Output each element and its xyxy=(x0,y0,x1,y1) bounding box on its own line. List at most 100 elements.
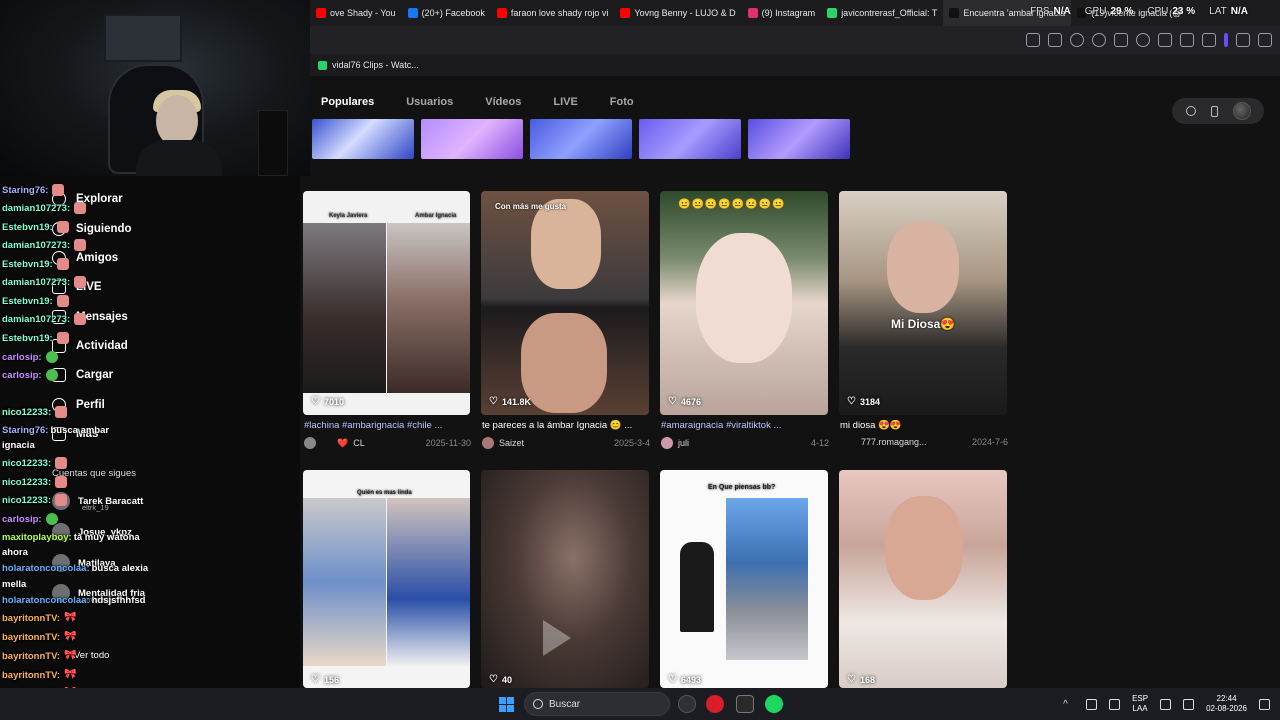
video-thumbnail[interactable]: En Que piensas bb? xyxy=(660,470,828,688)
sidebar-item-live[interactable]: LIVE xyxy=(52,280,102,294)
video-card[interactable]: Keyla Javiera Ambar Ignacia ♡ 7010 #lachi… xyxy=(303,191,471,469)
sidebar-item-amigos[interactable]: Amigos xyxy=(52,251,118,265)
sidebar-item-cargar[interactable]: Cargar xyxy=(52,368,113,382)
followed-account[interactable]: Mentalidad fria nnvtnieljjj.77 xyxy=(52,584,145,604)
shield-icon[interactable] xyxy=(1070,33,1084,47)
play-icon[interactable] xyxy=(543,620,571,656)
heart-icon: ♡ xyxy=(489,396,498,407)
epic-games-icon[interactable] xyxy=(736,695,754,713)
video-caption[interactable]: mi diosa 😍😍 xyxy=(840,420,1008,431)
top-right-tools xyxy=(1172,98,1264,124)
strip-thumb[interactable] xyxy=(639,119,741,159)
video-card[interactable]: Con más me gusta ♡ 141.8K te pareces a la… xyxy=(481,191,650,469)
followed-account[interactable]: Matilaya xyxy=(52,554,116,572)
video-thumbnail[interactable]: Quién es mas linda xyxy=(303,470,470,688)
download-icon[interactable] xyxy=(1158,33,1172,47)
video-caption[interactable]: te pareces a la ámbar Ignacia 😊 ... xyxy=(482,420,650,431)
tab-foto[interactable]: Foto xyxy=(610,96,634,108)
strip-thumb[interactable] xyxy=(312,119,414,159)
followed-account[interactable]: Tarek Baracatt eltrk_19 xyxy=(52,492,143,512)
lock-icon[interactable] xyxy=(1202,33,1216,47)
extension-icon[interactable] xyxy=(1092,33,1106,47)
sidebar-item-mensajes[interactable]: Mensajes xyxy=(52,310,128,324)
author-name[interactable]: Saizet xyxy=(499,438,524,448)
video-thumbnail[interactable]: 😐😐😐😐😐😐😐😐 xyxy=(660,191,828,415)
video-thumbnail[interactable]: Mi Diosa😍 xyxy=(839,191,1007,415)
camera-icon[interactable] xyxy=(1048,33,1062,47)
sidebar-item-actividad[interactable]: Actividad xyxy=(52,339,128,353)
bookmark-vidal76[interactable]: vidal76 Clips - Watc... xyxy=(318,60,419,70)
heart-icon: ♡ xyxy=(847,396,856,407)
browser-tab[interactable]: javicontrerasf_Official: T xyxy=(821,0,943,26)
edit-icon[interactable] xyxy=(1026,33,1040,47)
video-thumbnail[interactable]: Con más me gusta xyxy=(481,191,649,415)
video-card[interactable]: ♡ 168 xyxy=(839,470,1007,692)
network-icon[interactable] xyxy=(1160,698,1172,710)
browser-tab[interactable]: (9) Instagram xyxy=(742,0,822,26)
tab-videos[interactable]: Vídeos xyxy=(485,96,521,108)
video-thumbnail[interactable] xyxy=(481,470,649,688)
mic-icon[interactable] xyxy=(1109,698,1121,710)
notification-icon[interactable] xyxy=(1259,698,1270,710)
play-icon[interactable] xyxy=(1114,33,1128,47)
strip-thumb[interactable] xyxy=(421,119,523,159)
chat-message: carlosip: xyxy=(2,369,58,381)
heart-icon[interactable] xyxy=(1136,33,1150,47)
tab-usuarios[interactable]: Usuarios xyxy=(406,96,453,108)
see-all-link[interactable]: Ver todo xyxy=(52,650,109,661)
author-name[interactable]: 777.romagang... xyxy=(861,437,927,447)
video-card[interactable]: ♡ 40 xyxy=(481,470,649,692)
taskbar-search[interactable]: Buscar xyxy=(524,692,670,716)
start-button[interactable] xyxy=(499,697,514,712)
phone-icon[interactable] xyxy=(1210,105,1218,117)
sidebar-item-mas[interactable]: Más xyxy=(52,427,98,441)
chat-username: Staring76: xyxy=(2,184,49,196)
chat-message: bayritonnTV:🎀 xyxy=(2,669,77,681)
spotify-icon[interactable] xyxy=(765,695,783,713)
obs-icon[interactable] xyxy=(678,695,696,713)
security-icon[interactable] xyxy=(1086,698,1098,710)
volume-icon[interactable] xyxy=(1183,698,1195,710)
browser-tab[interactable]: (20+) Facebook xyxy=(402,0,491,26)
tab-live[interactable]: LIVE xyxy=(553,96,577,108)
language-indicator[interactable]: ESP LAA xyxy=(1132,694,1148,714)
settings-icon[interactable] xyxy=(1236,33,1250,47)
followed-account[interactable]: Josue_ykpz xyxy=(52,523,132,541)
chat-message: Estebvn19: xyxy=(2,295,69,307)
video-thumbnail[interactable] xyxy=(839,470,1007,688)
overlay-text: Ambar Ignacia xyxy=(415,213,457,219)
ai-icon[interactable] xyxy=(1258,33,1272,47)
more-icon xyxy=(52,427,66,441)
video-card[interactable]: En Que piensas bb? ♡ 6493 xyxy=(660,470,828,692)
clock[interactable]: 22:44 02-08-2026 xyxy=(1206,694,1247,714)
video-thumbnail[interactable]: Keyla Javiera Ambar Ignacia xyxy=(303,191,470,415)
search-tabs: Populares Usuarios Vídeos LIVE Foto xyxy=(321,96,634,108)
strip-thumb[interactable] xyxy=(530,119,632,159)
author-avatar[interactable] xyxy=(304,437,316,449)
opera-icon[interactable] xyxy=(706,695,724,713)
sidebar-item-siguiendo[interactable]: Siguiendo xyxy=(52,222,132,236)
video-card[interactable]: Mi Diosa😍 ♡ 3184 mi diosa 😍😍 777.romagang… xyxy=(839,191,1008,469)
author-name[interactable]: CL xyxy=(353,438,365,448)
menu-icon[interactable] xyxy=(1180,33,1194,47)
browser-tab[interactable]: faraon love shady rojo vi xyxy=(491,0,615,26)
video-caption[interactable]: #amaraignacia #viraltiktok ... xyxy=(661,420,829,431)
video-meta: juli 4-12 xyxy=(661,437,829,449)
chat-username: damian107273: xyxy=(2,239,71,251)
strip-thumb[interactable] xyxy=(748,119,850,159)
sidebar-item-explorar[interactable]: Explorar xyxy=(52,192,123,206)
author-name[interactable]: juli xyxy=(678,438,689,448)
avatar[interactable] xyxy=(1232,102,1251,120)
coin-icon[interactable] xyxy=(1185,106,1196,116)
video-card[interactable]: 😐😐😐😐😐😐😐😐 ♡ 4676 #amaraignacia #viraltikto… xyxy=(660,191,829,469)
video-grid-row-2: Quién es mas linda ♡ 156 ♡ 40 En Que piens… xyxy=(303,470,1007,692)
video-card[interactable]: Quién es mas linda ♡ 156 xyxy=(303,470,470,692)
browser-tab[interactable]: Yovng Benny - LUJO & D xyxy=(614,0,741,26)
author-avatar[interactable] xyxy=(661,437,673,449)
chevron-up-icon[interactable]: ^ xyxy=(1063,699,1074,710)
author-avatar[interactable] xyxy=(482,437,494,449)
sidebar-item-perfil[interactable]: Perfil xyxy=(52,398,105,412)
tab-populares[interactable]: Populares xyxy=(321,96,374,108)
browser-tab[interactable]: ove Shady - You xyxy=(310,0,402,26)
video-caption[interactable]: #lachina #ambarignacia #chile ... xyxy=(304,420,471,431)
